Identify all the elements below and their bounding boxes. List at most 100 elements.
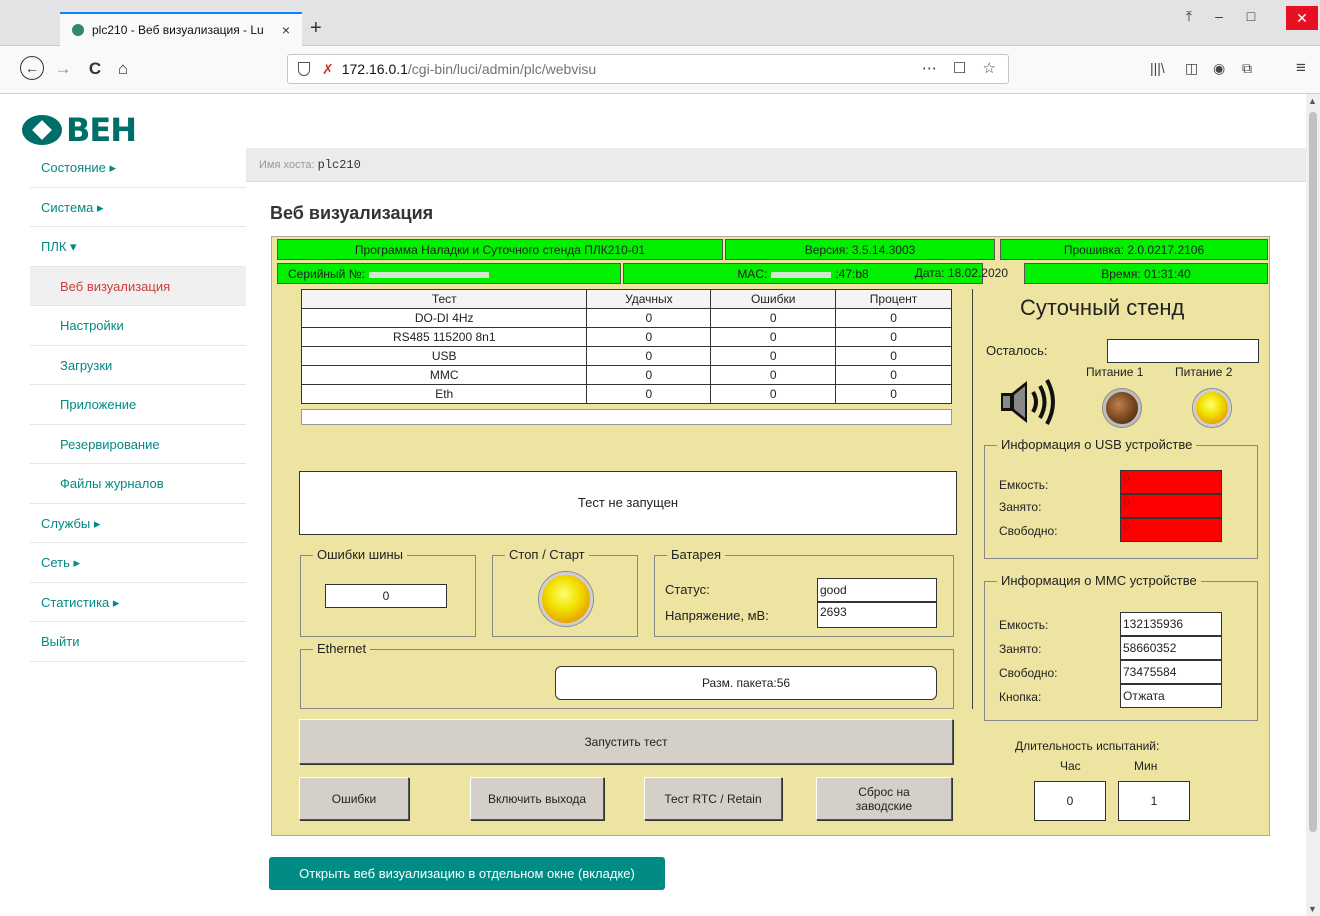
- sidebar-menu: Состояние ▸ Система ▸ ПЛК ▾ Веб визуализ…: [30, 148, 246, 662]
- mmc-info-group: Информация о ММС устройстве Емкость: Зан…: [984, 573, 1258, 721]
- logo-mark-icon: [22, 115, 62, 145]
- hostname-label: Имя хоста:: [259, 159, 318, 171]
- serial-label: Серийный №:: [288, 267, 365, 281]
- power1-lamp: [1103, 389, 1141, 427]
- factory-reset-button[interactable]: Сброс на заводские: [816, 777, 952, 820]
- page-scrollbar-thumb[interactable]: [1309, 112, 1317, 832]
- table-row: RS485 115200 8n1 0 0 0: [300, 327, 952, 347]
- sidebar-item-backup[interactable]: Резервирование: [30, 425, 246, 464]
- table-horizontal-scrollbar[interactable]: [301, 409, 952, 425]
- address-bar[interactable]: ✗ 172.16.0.1/cgi-bin/luci/admin/plc/webv…: [287, 54, 1009, 84]
- cell-errors: 0: [710, 308, 837, 328]
- usb-capacity-label: Емкость:: [999, 478, 1049, 492]
- rtc-retain-test-button[interactable]: Тест RTC / Retain: [644, 777, 782, 820]
- hostname-bar: Имя хоста: plc210: [246, 148, 1306, 182]
- duration-minutes-input[interactable]: 1: [1118, 781, 1190, 821]
- account-icon[interactable]: ◉: [1213, 60, 1225, 77]
- sidebar-item-status[interactable]: Состояние ▸: [30, 148, 246, 188]
- home-button[interactable]: ⌂: [112, 59, 134, 79]
- table-row: Eth 0 0 0: [300, 384, 952, 404]
- packet-size-display: Разм. пакета:56: [555, 666, 937, 700]
- remaining-label: Осталось:: [986, 343, 1048, 358]
- col-test: Тест: [300, 289, 588, 309]
- sidebar-item-application[interactable]: Приложение: [30, 385, 246, 425]
- stop-start-legend: Стоп / Старт: [505, 547, 589, 562]
- insecure-lock-icon[interactable]: ✗: [322, 61, 334, 78]
- power2-label: Питание 2: [1175, 365, 1233, 379]
- cell-success: 0: [586, 384, 712, 404]
- cell-test: Eth: [300, 384, 588, 404]
- errors-button[interactable]: Ошибки: [299, 777, 409, 820]
- window-maximize-button[interactable]: □: [1238, 8, 1264, 24]
- site-favicon-icon: [72, 24, 84, 36]
- cell-percent: 0: [835, 327, 952, 347]
- cell-success: 0: [586, 308, 712, 328]
- cell-percent: 0: [835, 384, 952, 404]
- tab-close-icon[interactable]: ×: [278, 22, 294, 38]
- sidebar-toggle-icon[interactable]: ◫: [1185, 60, 1198, 77]
- bus-errors-legend: Ошибки шины: [313, 547, 408, 562]
- cell-test: DO-DI 4Hz: [300, 308, 588, 328]
- back-button[interactable]: ←: [20, 56, 44, 80]
- window-extra-icon[interactable]: ⤒: [1176, 8, 1202, 25]
- run-test-button[interactable]: Запустить тест: [299, 719, 953, 764]
- scroll-down-icon[interactable]: ▼: [1308, 904, 1317, 914]
- tracking-shield-icon[interactable]: [298, 62, 310, 76]
- plc-visualization-panel[interactable]: Программа Наладки и Суточного стенда ПЛК…: [271, 236, 1270, 836]
- remaining-value: [1107, 339, 1259, 363]
- stop-start-lamp[interactable]: [539, 572, 593, 626]
- sidebar-item-downloads[interactable]: Загрузки: [30, 346, 246, 385]
- extension-icon[interactable]: ⧉: [1242, 60, 1252, 77]
- firmware-box: Прошивка: 2.0.0217.2106: [1000, 239, 1268, 260]
- table-row: USB 0 0 0: [300, 346, 952, 366]
- logo-text: ВЕН: [66, 111, 137, 149]
- table-header-row: Тест Удачных Ошибки Процент: [300, 289, 952, 309]
- date-box: Дата: 18.02.2020: [914, 266, 1008, 280]
- new-tab-button[interactable]: +: [310, 18, 322, 38]
- sidebar-item-plc[interactable]: ПЛК ▾: [30, 227, 246, 267]
- ethernet-legend: Ethernet: [313, 641, 371, 656]
- col-percent: Процент: [835, 289, 952, 309]
- program-name-box: Программа Наладки и Суточного стенда ПЛК…: [277, 239, 723, 260]
- cell-test: RS485 115200 8n1: [300, 327, 588, 347]
- page-title: Веб визуализация: [270, 203, 434, 223]
- sidebar-item-webvisu[interactable]: Веб визуализация: [30, 266, 246, 306]
- table-row: MMC 0 0 0: [300, 365, 952, 385]
- page-actions-icons[interactable]: ⋯ ☐ ☆: [922, 59, 1002, 77]
- sidebar-item-settings[interactable]: Настройки: [30, 306, 246, 346]
- forward-button[interactable]: →: [52, 59, 74, 79]
- usb-free-label: Свободно:: [999, 524, 1058, 538]
- ethernet-group: Ethernet Разм. пакета:56: [300, 641, 954, 709]
- cell-success: 0: [586, 365, 712, 385]
- test-results-table: Тест Удачных Ошибки Процент DO-DI 4Hz 0 …: [300, 289, 952, 404]
- duration-hours-input[interactable]: 0: [1034, 781, 1106, 821]
- sidebar-item-network[interactable]: Сеть ▸: [30, 543, 246, 583]
- sidebar-item-logs[interactable]: Файлы журналов: [30, 464, 246, 504]
- enable-outputs-button[interactable]: Включить выхода: [470, 777, 604, 820]
- scroll-up-icon[interactable]: ▲: [1308, 96, 1317, 106]
- usb-info-group: Информация о USB устройстве Емкость: Зан…: [984, 437, 1258, 559]
- reload-button[interactable]: C: [84, 59, 106, 79]
- window-minimize-button[interactable]: –: [1206, 8, 1232, 24]
- cell-test: MMC: [300, 365, 588, 385]
- sidebar-item-statistics[interactable]: Статистика ▸: [30, 583, 246, 622]
- cell-percent: 0: [835, 365, 952, 385]
- sidebar-item-system[interactable]: Система ▸: [30, 188, 246, 227]
- page-scrollbar[interactable]: ▲ ▼: [1306, 94, 1320, 916]
- menu-icon[interactable]: ≡: [1296, 58, 1306, 78]
- sidebar-item-logout[interactable]: Выйти: [30, 622, 246, 662]
- window-close-button[interactable]: ✕: [1286, 6, 1318, 30]
- browser-tab[interactable]: plc210 - Веб визуализация - Lu ×: [60, 12, 302, 46]
- library-icon[interactable]: |||\: [1150, 60, 1165, 76]
- col-success: Удачных: [586, 289, 712, 309]
- mac-redacted: [771, 271, 832, 278]
- battery-status-value: good: [817, 578, 937, 602]
- bus-errors-value: 0: [325, 584, 447, 608]
- mmc-used-label: Занято:: [999, 642, 1042, 656]
- version-box: Версия: 3.5.14.3003: [725, 239, 995, 260]
- mac-label: MAC:: [737, 267, 768, 281]
- open-in-new-window-button[interactable]: Открыть веб визуализацию в отдельном окн…: [269, 857, 665, 890]
- mmc-free-value: 73475584: [1120, 660, 1222, 684]
- sidebar-item-services[interactable]: Службы ▸: [30, 504, 246, 543]
- battery-voltage-value: 2693: [817, 602, 937, 628]
